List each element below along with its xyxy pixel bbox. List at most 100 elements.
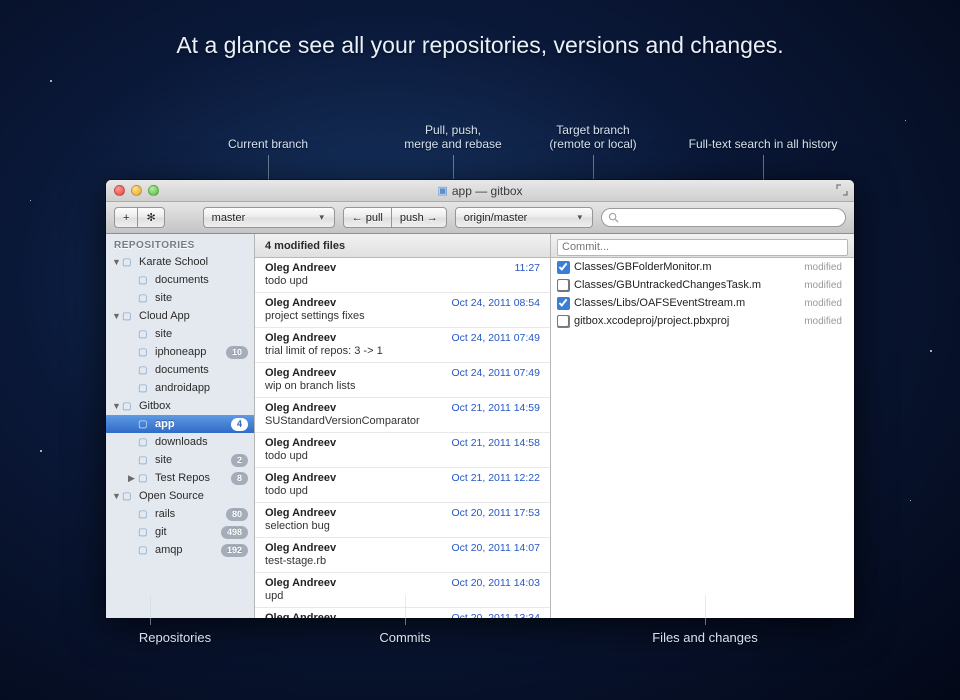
commit-message: trial limit of repos: 3 -> 1 — [265, 345, 540, 357]
folder-icon: ▢ — [138, 527, 152, 538]
sidebar-item-label: site — [155, 454, 231, 466]
stage-checkbox[interactable] — [557, 297, 569, 309]
count-badge: 4 — [231, 418, 248, 431]
sidebar-item[interactable]: ▢amqp192 — [106, 541, 254, 559]
stage-checkbox[interactable] — [557, 261, 569, 273]
commit-row[interactable]: Oleg AndreevOct 21, 2011 14:58todo upd — [255, 433, 550, 468]
commit-row[interactable]: Oleg AndreevOct 24, 2011 07:49wip on bra… — [255, 363, 550, 398]
file-row[interactable]: ⬚gitbox.xcodeproj/project.pbxprojmodifie… — [551, 312, 854, 330]
disclosure-icon: ▼ — [112, 257, 122, 267]
sidebar-item-label: app — [155, 418, 231, 430]
fullscreen-icon[interactable] — [836, 184, 848, 196]
callout-repositories: Repositories — [130, 630, 220, 645]
sidebar-item[interactable]: ▢iphoneapp10 — [106, 343, 254, 361]
commit-row[interactable]: Oleg AndreevOct 21, 2011 14:59SUStandard… — [255, 398, 550, 433]
branch-select[interactable]: master▼ — [203, 207, 335, 228]
file-row[interactable]: mClasses/GBFolderMonitor.mmodified — [551, 258, 854, 276]
folder-icon: ▢ — [138, 365, 152, 376]
callout-pull-push: Pull, push, merge and rebase — [388, 123, 518, 151]
commit-row[interactable]: Oleg AndreevOct 24, 2011 07:49trial limi… — [255, 328, 550, 363]
sidebar-item[interactable]: ▢site2 — [106, 451, 254, 469]
commit-row[interactable]: Oleg AndreevOct 21, 2011 12:22todo upd — [255, 468, 550, 503]
sidebar-item-label: rails — [155, 508, 226, 520]
titlebar[interactable]: ▣ app — gitbox — [106, 180, 854, 202]
file-status: modified — [804, 280, 842, 291]
folder-icon: ▢ — [138, 437, 152, 448]
commit-row[interactable]: Oleg Andreev11:27todo upd — [255, 258, 550, 293]
folder-icon: ▢ — [138, 419, 152, 430]
commit-timestamp: Oct 21, 2011 14:58 — [451, 437, 540, 449]
sidebar-item-label: git — [155, 526, 221, 538]
callout-current-branch: Current branch — [218, 137, 318, 151]
minimize-button[interactable] — [131, 185, 142, 196]
sidebar-item[interactable]: ▢rails80 — [106, 505, 254, 523]
commit-message: todo upd — [265, 275, 540, 287]
folder-icon: ▢ — [138, 545, 152, 556]
sidebar-item[interactable]: ▢site — [106, 325, 254, 343]
commit-row[interactable]: Oleg AndreevOct 20, 2011 14:03upd — [255, 573, 550, 608]
folder-icon: ▢ — [138, 347, 152, 358]
sidebar[interactable]: REPOSITORIES ▼▢Karate School▢documents▢s… — [106, 234, 255, 618]
sidebar-group[interactable]: ▼▢Open Source — [106, 487, 254, 505]
sidebar-item-label: Test Repos — [155, 472, 231, 484]
search-input[interactable] — [601, 208, 846, 227]
files-list[interactable]: mClasses/GBFolderMonitor.mmodifiedmClass… — [551, 258, 854, 618]
sidebar-item-label: amqp — [155, 544, 221, 556]
stage-checkbox[interactable] — [557, 279, 569, 291]
close-button[interactable] — [114, 185, 125, 196]
commit-timestamp: 11:27 — [515, 262, 541, 274]
disclosure-icon: ▼ — [112, 401, 122, 411]
sidebar-item[interactable]: ▢documents — [106, 271, 254, 289]
callout-files: Files and changes — [640, 630, 770, 645]
commit-author: Oleg Andreev — [265, 472, 336, 484]
commit-message-input[interactable] — [557, 239, 848, 256]
file-row[interactable]: mClasses/Libs/OAFSEventStream.mmodified — [551, 294, 854, 312]
count-badge: 2 — [231, 454, 248, 467]
folder-icon: ▢ — [138, 473, 152, 484]
count-badge: 10 — [226, 346, 248, 359]
sidebar-group[interactable]: ▼▢Gitbox — [106, 397, 254, 415]
status-bar: 4 modified files — [255, 234, 550, 258]
sidebar-item[interactable]: ▢documents — [106, 361, 254, 379]
commit-message: upd — [265, 590, 540, 602]
commit-timestamp: Oct 20, 2011 14:07 — [451, 542, 540, 554]
commit-message: test-stage.rb — [265, 555, 540, 567]
sidebar-group[interactable]: ▼▢Cloud App — [106, 307, 254, 325]
file-status: modified — [804, 316, 842, 327]
sidebar-item[interactable]: ▢site — [106, 289, 254, 307]
sidebar-item[interactable]: ▢app4 — [106, 415, 254, 433]
file-name: Classes/Libs/OAFSEventStream.m — [574, 297, 804, 309]
toolbar: + ✻ master▼ ← pull push → origin/master▼ — [106, 202, 854, 234]
commit-row[interactable]: Oleg AndreevOct 20, 2011 13:34branch lis… — [255, 608, 550, 618]
commits-panel: 4 modified files Oleg Andreev11:27todo u… — [255, 234, 551, 618]
commit-timestamp: Oct 20, 2011 14:03 — [451, 577, 540, 589]
sidebar-item[interactable]: ▢git498 — [106, 523, 254, 541]
commit-row[interactable]: Oleg AndreevOct 24, 2011 08:54project se… — [255, 293, 550, 328]
stage-checkbox[interactable] — [557, 315, 569, 327]
sidebar-item[interactable]: ▢downloads — [106, 433, 254, 451]
commit-message: todo upd — [265, 450, 540, 462]
file-row[interactable]: mClasses/GBUntrackedChangesTask.mmodifie… — [551, 276, 854, 294]
pull-button[interactable]: ← pull — [343, 207, 392, 228]
count-badge: 80 — [226, 508, 248, 521]
zoom-button[interactable] — [148, 185, 159, 196]
commit-timestamp: Oct 21, 2011 14:59 — [451, 402, 540, 414]
sidebar-item[interactable]: ▢androidapp — [106, 379, 254, 397]
callout-commits: Commits — [370, 630, 440, 645]
sidebar-group-label: Open Source — [139, 490, 248, 502]
gear-icon: ✻ — [146, 211, 155, 224]
sidebar-item[interactable]: ▶▢Test Repos8 — [106, 469, 254, 487]
sidebar-group[interactable]: ▼▢Karate School — [106, 253, 254, 271]
add-button[interactable]: + — [114, 207, 138, 228]
commit-row[interactable]: Oleg AndreevOct 20, 2011 14:07test-stage… — [255, 538, 550, 573]
push-button[interactable]: push → — [392, 207, 447, 228]
folder-icon: ▢ — [138, 383, 152, 394]
chevron-down-icon: ▼ — [576, 213, 584, 222]
commits-list[interactable]: Oleg Andreev11:27todo updOleg AndreevOct… — [255, 258, 550, 618]
disclosure-icon: ▼ — [112, 491, 122, 501]
remote-branch-select[interactable]: origin/master▼ — [455, 207, 593, 228]
commit-message: selection bug — [265, 520, 540, 532]
file-status: modified — [804, 262, 842, 273]
commit-row[interactable]: Oleg AndreevOct 20, 2011 17:53selection … — [255, 503, 550, 538]
settings-button[interactable]: ✻ — [138, 207, 164, 228]
